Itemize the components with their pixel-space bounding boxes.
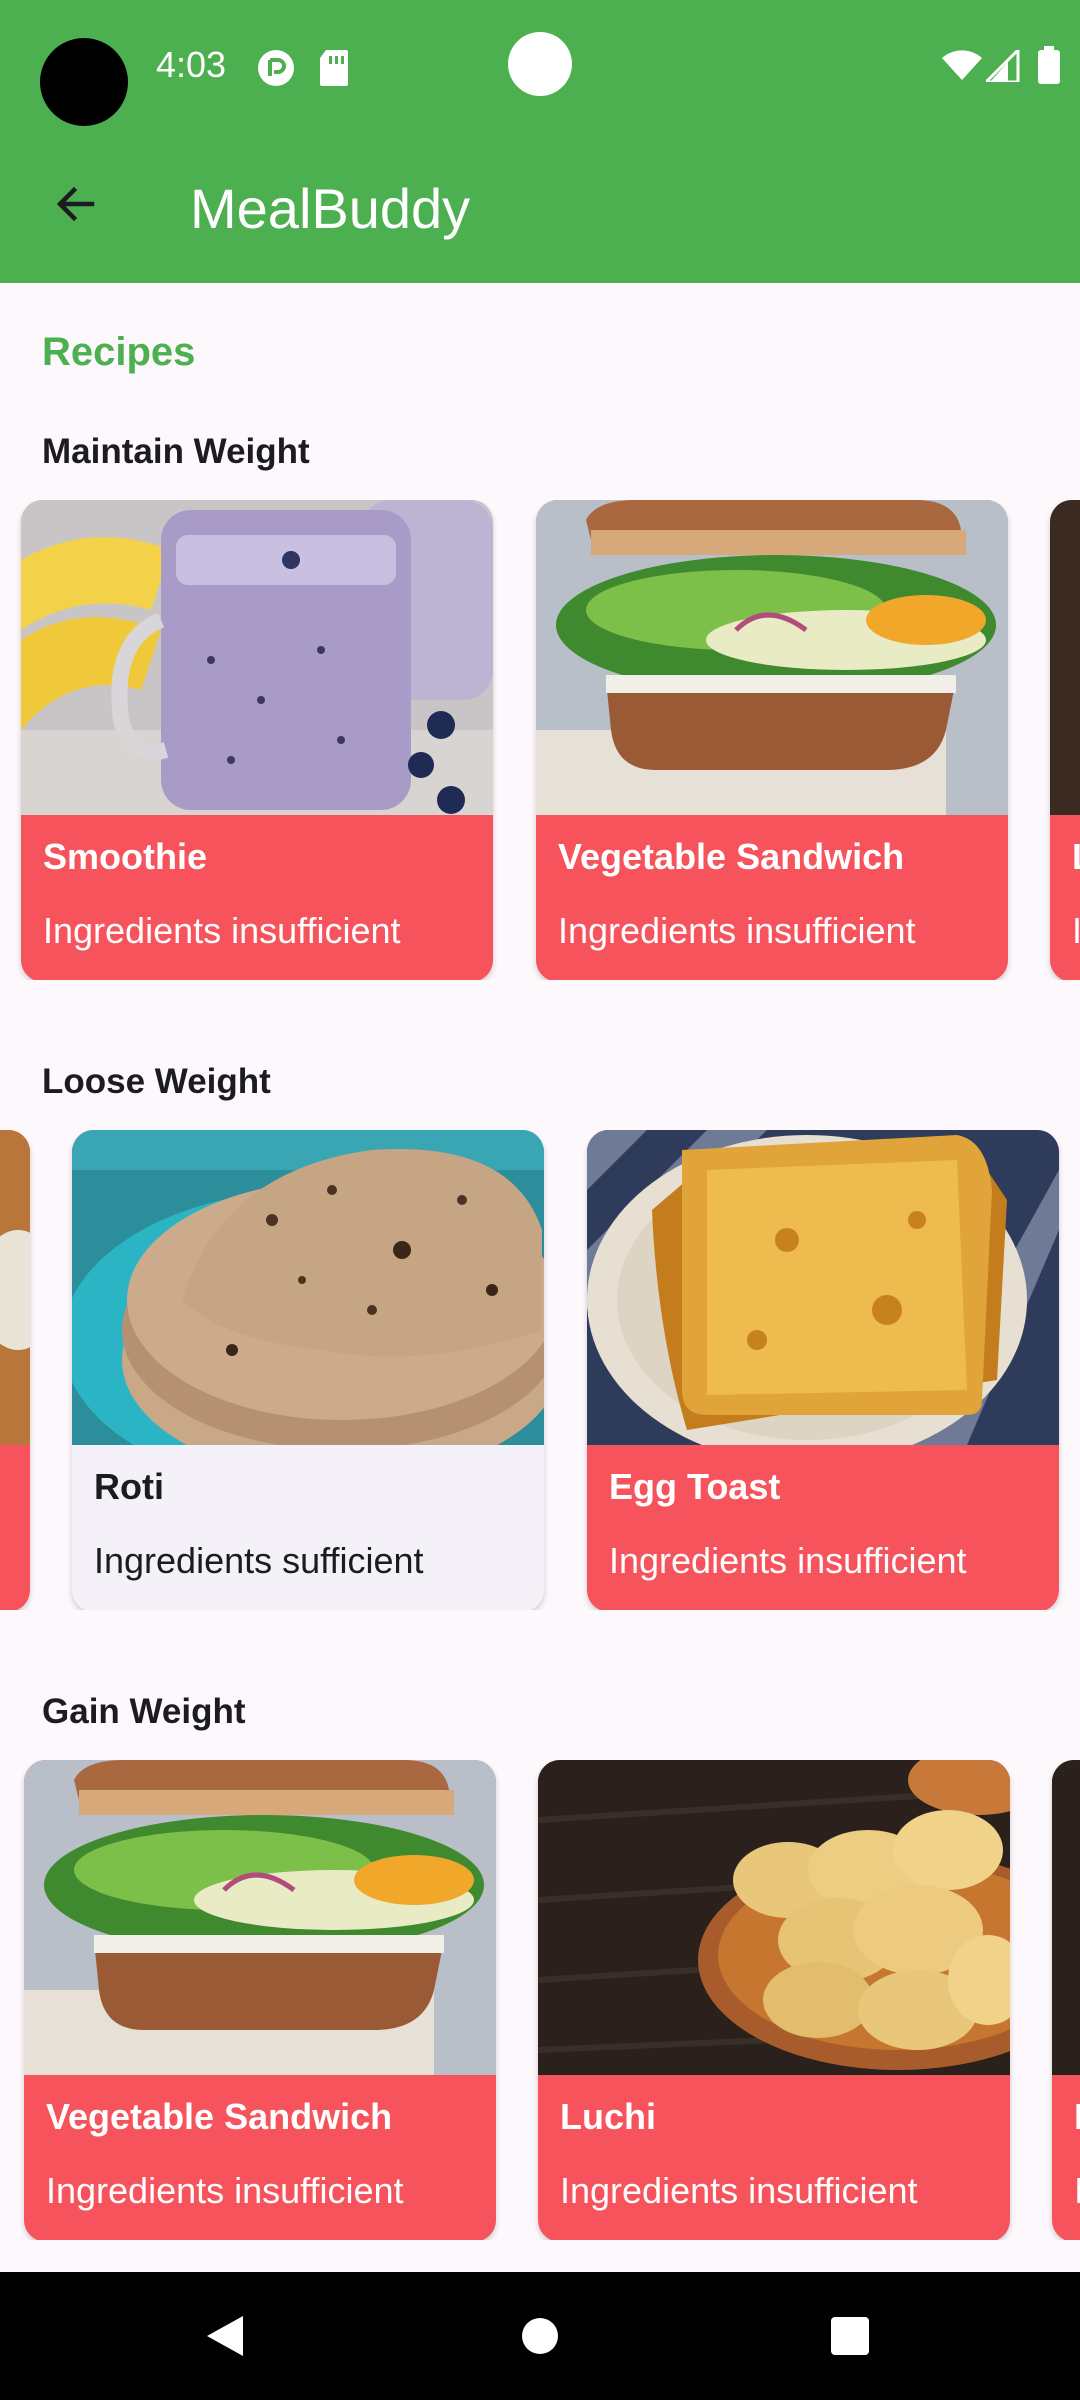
- signal-icon: [986, 50, 1020, 82]
- recipe-image-partial: [0, 1130, 30, 1445]
- recipe-image-partial: [1050, 500, 1080, 815]
- recipe-status: I: [1072, 910, 1080, 951]
- recipe-name: L: [1072, 836, 1080, 878]
- wifi-icon: [942, 50, 982, 80]
- cloud-sync-icon: [258, 50, 294, 86]
- sd-card-icon: [320, 50, 348, 86]
- recipe-card[interactable]: L I: [1050, 500, 1080, 980]
- recents-square-icon: [831, 2317, 869, 2355]
- app-bar: MealBuddy: [0, 130, 1080, 283]
- row-title-maintain-weight: Maintain Weight: [42, 432, 310, 471]
- recipe-card[interactable]: Vegetable Sandwich Ingredients insuffici…: [24, 1760, 496, 2240]
- recipe-card[interactable]: Egg Toast Ingredients insufficient: [587, 1130, 1059, 1610]
- recipe-status: Ingredients insufficient: [43, 910, 401, 951]
- recipe-card[interactable]: Roti Ingredients sufficient: [72, 1130, 544, 1610]
- recipe-status: Ingredients insufficient: [609, 1540, 967, 1581]
- recipe-card[interactable]: L I: [1052, 1760, 1080, 2240]
- recipe-image-egg-toast: [587, 1130, 1059, 1445]
- recipe-name: Egg Toast: [609, 1466, 781, 1507]
- recipe-name: Vegetable Sandwich: [558, 836, 905, 877]
- recipe-card[interactable]: Luchi Ingredients insufficient: [538, 1760, 1010, 2240]
- recipe-image-luchi: [538, 1760, 1010, 2075]
- recipe-row-gain-weight[interactable]: Vegetable Sandwich Ingredients insuffici…: [0, 1760, 1080, 2240]
- status-bar: 4:03: [0, 0, 1080, 130]
- recipe-image-partial: [1052, 1760, 1080, 2075]
- recipe-name: Vegetable Sandwich: [46, 2096, 393, 2137]
- recipe-row-maintain-weight[interactable]: Smoothie Ingredients insufficient Vegeta…: [0, 500, 1080, 980]
- recipe-name: L: [1074, 2096, 1080, 2138]
- back-triangle-icon: [207, 2316, 243, 2356]
- recipe-status: I: [1074, 2170, 1080, 2211]
- recipe-name: Smoothie: [43, 836, 208, 877]
- battery-icon: [1038, 46, 1060, 84]
- recipe-status: Ingredients insufficient: [558, 910, 916, 951]
- back-button[interactable]: [40, 168, 112, 240]
- home-circle-icon: [522, 2318, 558, 2354]
- recipe-status: Ingredients insufficient: [560, 2170, 918, 2211]
- nav-back-button[interactable]: [165, 2272, 285, 2400]
- recipe-name: Roti: [94, 1466, 164, 1507]
- recipe-image-sandwich: [24, 1760, 496, 2075]
- recipe-image-smoothie: [21, 500, 493, 815]
- nav-home-button[interactable]: [480, 2272, 600, 2400]
- recipe-image-sandwich: [536, 500, 1008, 815]
- app-title: MealBuddy: [190, 177, 471, 240]
- status-time: 4:03: [156, 44, 227, 85]
- arrow-back-icon: [56, 186, 95, 222]
- recipe-status: Ingredients insufficient: [46, 2170, 404, 2211]
- row-title-gain-weight: Gain Weight: [42, 1692, 246, 1731]
- recipe-row-loose-weight[interactable]: Roti Ingredients sufficient Egg Toast In…: [0, 1130, 1080, 1610]
- recipe-card[interactable]: Vegetable Sandwich Ingredients insuffici…: [536, 500, 1008, 980]
- section-title: Recipes: [42, 330, 196, 374]
- recipe-card[interactable]: [0, 1130, 30, 1610]
- recipe-card[interactable]: Smoothie Ingredients insufficient: [21, 500, 493, 980]
- status-dot-indicator: [508, 32, 572, 96]
- nav-recents-button[interactable]: [790, 2272, 910, 2400]
- recipe-status: Ingredients sufficient: [94, 1540, 424, 1581]
- recipe-image-roti: [72, 1130, 544, 1445]
- recipe-name: Luchi: [560, 2096, 656, 2137]
- front-camera-cutout: [40, 38, 128, 126]
- row-title-loose-weight: Loose Weight: [42, 1062, 271, 1101]
- system-navigation-bar: [0, 2272, 1080, 2400]
